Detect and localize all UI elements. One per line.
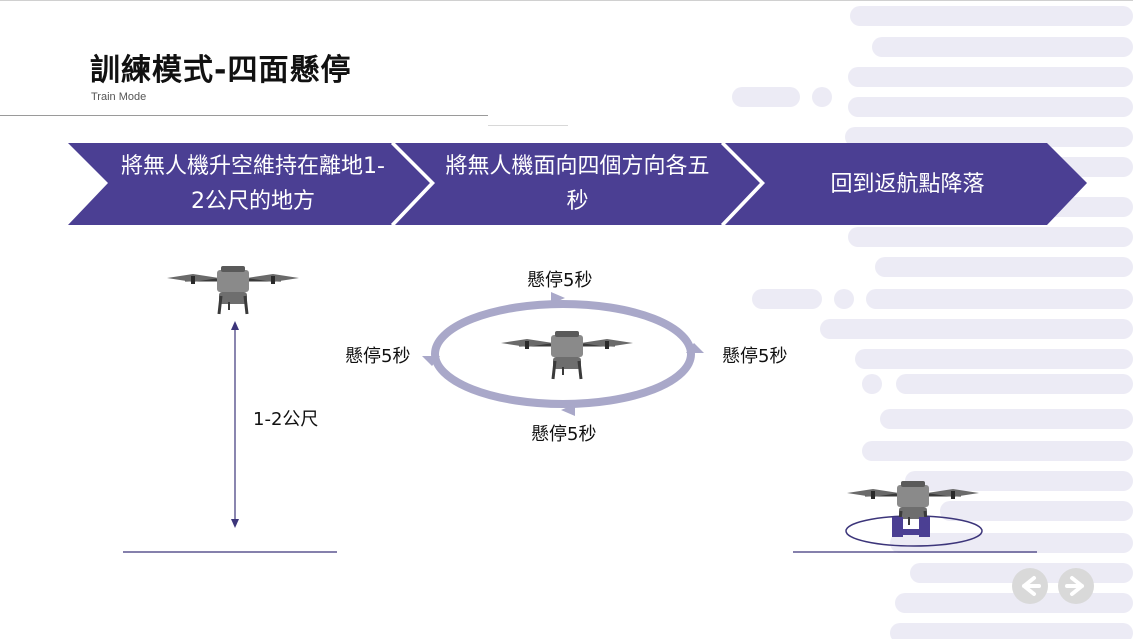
diagram-graphics: [123, 264, 1037, 553]
drone-hover: [165, 264, 301, 316]
arrow-left-icon: [1022, 576, 1041, 596]
arrow-right-icon: [1065, 576, 1084, 596]
height-label: 1-2公尺: [253, 409, 319, 430]
prev-slide-button[interactable]: [1012, 568, 1048, 604]
next-slide-button[interactable]: [1058, 568, 1094, 604]
slide: 訓練模式-四面懸停 Train Mode 將無人機升空維持在離地1-2公尺的地方…: [0, 0, 1133, 639]
hover-label-right: 懸停5秒: [722, 346, 788, 367]
drone-rotating: [499, 329, 635, 381]
hover-label-left: 懸停5秒: [345, 346, 411, 367]
hover-label-bottom: 懸停5秒: [531, 424, 597, 445]
hover-label-top: 懸停5秒: [527, 270, 593, 291]
drone-landing: [845, 479, 981, 531]
